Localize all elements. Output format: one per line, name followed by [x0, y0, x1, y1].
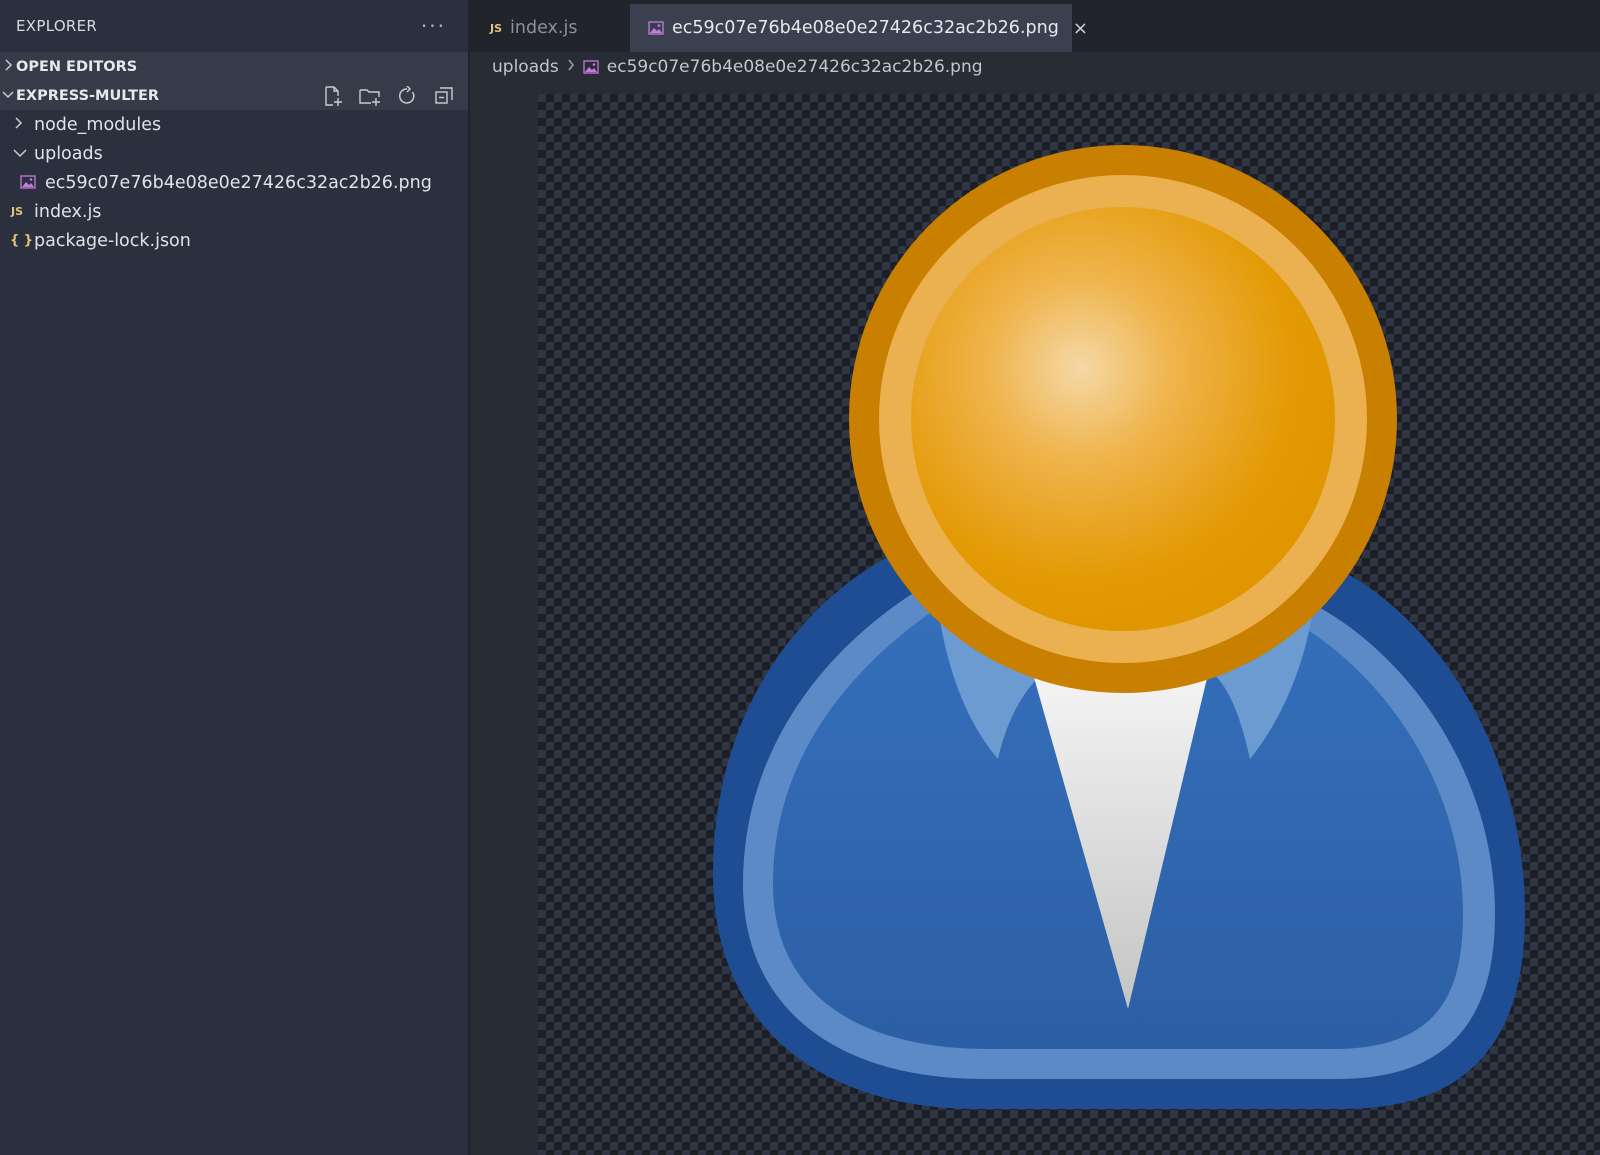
tree-item-label: ec59c07e76b4e08e0e27426c32ac2b26.png — [45, 172, 432, 193]
js-file-icon: JS — [490, 21, 503, 35]
image-file-icon — [648, 20, 664, 36]
tab-label: ec59c07e76b4e08e0e27426c32ac2b26.png — [672, 18, 1059, 38]
chevron-right-icon — [567, 58, 575, 76]
project-section[interactable]: EXPRESS-MULTER — [0, 81, 468, 110]
image-file-icon — [583, 59, 599, 75]
refresh-icon[interactable] — [395, 84, 419, 108]
tree-item-index-js[interactable]: JS index.js — [0, 197, 468, 226]
image-preview[interactable] — [538, 94, 1600, 1155]
open-editors-section[interactable]: OPEN EDITORS — [0, 52, 468, 81]
collapse-all-icon[interactable] — [432, 84, 456, 108]
tree-item-package-lock[interactable]: { } package-lock.json — [0, 226, 468, 255]
chevron-right-icon — [13, 116, 23, 134]
tree-item-label: node_modules — [34, 114, 162, 135]
close-icon[interactable]: × — [1073, 18, 1088, 39]
new-file-icon[interactable] — [321, 84, 345, 108]
breadcrumb-file[interactable]: ec59c07e76b4e08e0e27426c32ac2b26.png — [607, 57, 983, 77]
explorer-sidebar: EXPLORER ··· OPEN EDITORS EXPRESS-MULTER — [0, 0, 470, 1155]
breadcrumb-folder[interactable]: uploads — [492, 57, 559, 77]
chevron-down-icon — [0, 88, 16, 103]
tree-item-label: package-lock.json — [34, 230, 191, 251]
breadcrumb: uploads ec59c07e76b4e08e0e27426c32ac2b26… — [470, 52, 1600, 82]
tab-label: index.js — [510, 18, 578, 38]
chevron-down-icon — [13, 146, 27, 162]
tree-item-label: index.js — [34, 201, 102, 222]
new-folder-icon[interactable] — [358, 84, 382, 108]
tab-index-js[interactable]: JS index.js — [470, 4, 630, 52]
tree-item-node-modules[interactable]: node_modules — [0, 110, 468, 139]
tab-image-file[interactable]: ec59c07e76b4e08e0e27426c32ac2b26.png × — [630, 4, 1088, 52]
user-avatar-icon — [713, 145, 1525, 1109]
more-actions-icon[interactable]: ··· — [421, 14, 446, 38]
tree-item-uploads[interactable]: uploads — [0, 139, 468, 168]
open-editors-label: OPEN EDITORS — [16, 58, 138, 75]
tree-item-label: uploads — [34, 143, 103, 164]
explorer-header: EXPLORER ··· — [0, 0, 468, 52]
image-file-icon — [20, 174, 36, 195]
js-file-icon: JS — [11, 205, 24, 218]
tree-item-image-file[interactable]: ec59c07e76b4e08e0e27426c32ac2b26.png — [0, 168, 468, 197]
chevron-right-icon — [0, 58, 16, 75]
editor-tab-bar: JS index.js ec59c07e76b4e08e0e27426c32ac… — [470, 0, 1600, 52]
explorer-title: EXPLORER — [16, 17, 98, 35]
project-label: EXPRESS-MULTER — [16, 87, 160, 104]
explorer-actions — [321, 84, 456, 108]
json-file-icon: { } — [10, 233, 34, 248]
